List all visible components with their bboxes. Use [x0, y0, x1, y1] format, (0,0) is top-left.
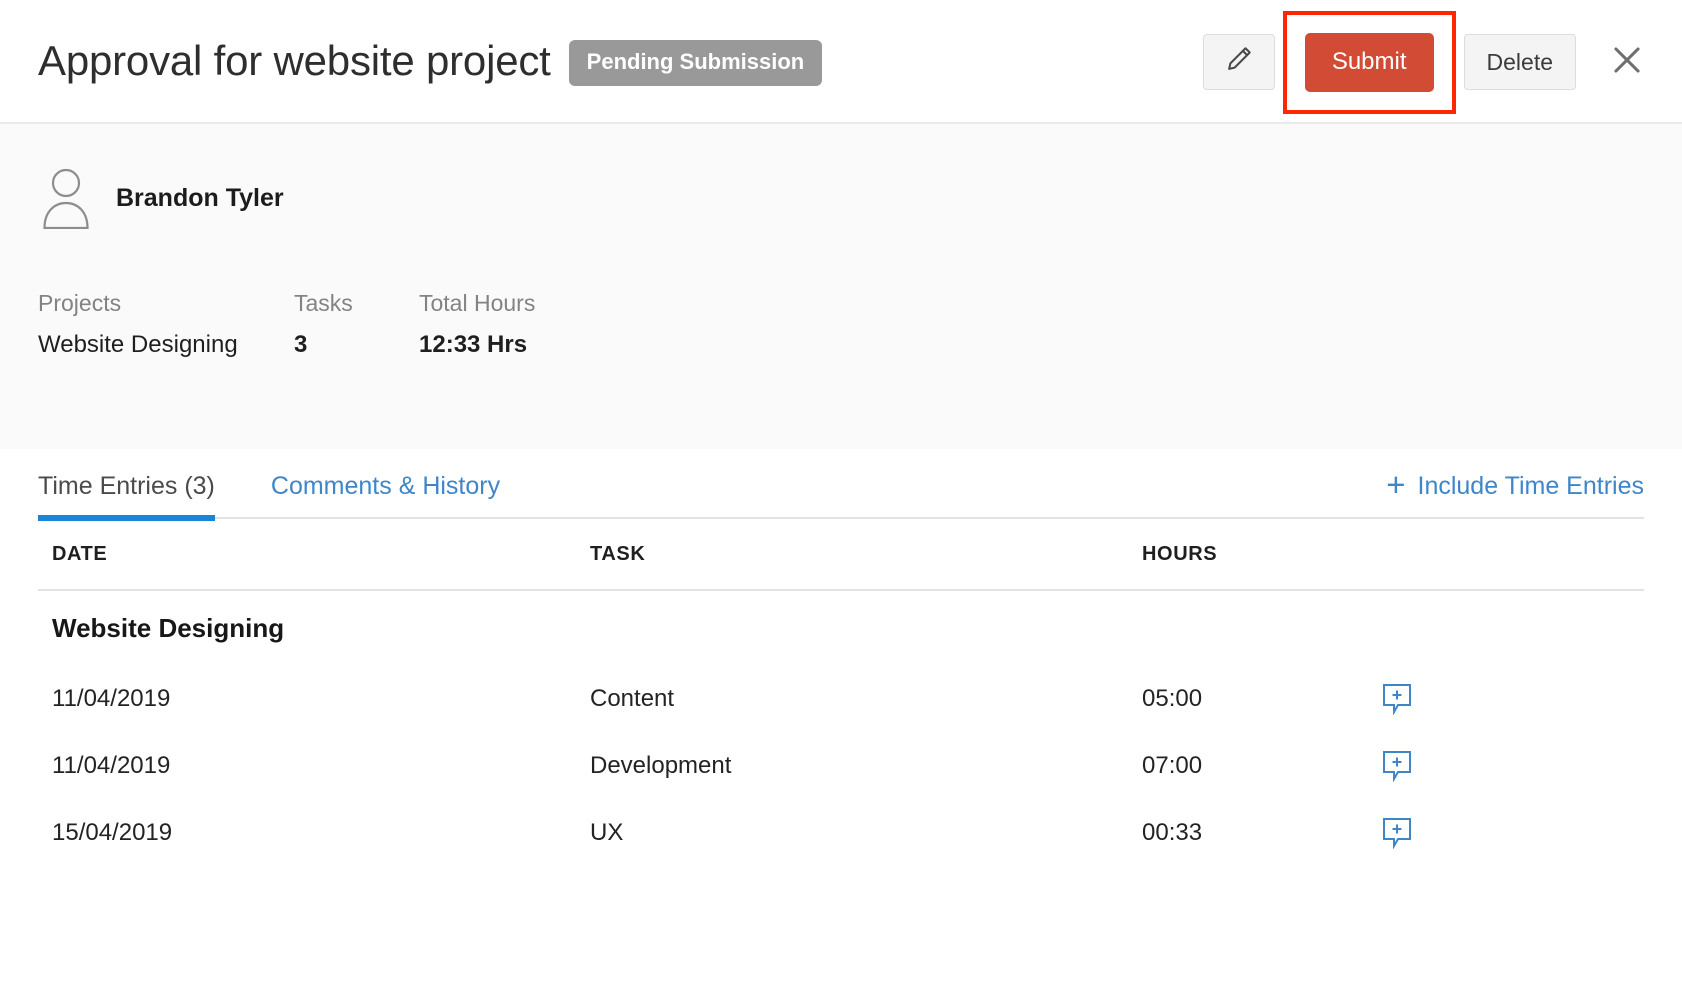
- cell-date: 11/04/2019: [38, 752, 590, 780]
- close-icon: [1608, 41, 1646, 84]
- status-badge: Pending Submission: [569, 40, 823, 86]
- close-button[interactable]: [1598, 33, 1656, 91]
- cell-action: [1382, 750, 1644, 782]
- table-group-row: Website Designing: [38, 591, 1644, 665]
- tab-time-entries[interactable]: Time Entries (3): [38, 472, 215, 517]
- summary-panel: Brandon Tyler Projects Website Designing…: [0, 124, 1682, 449]
- metric-label: Total Hours: [419, 290, 719, 317]
- add-comment-icon[interactable]: [1382, 683, 1412, 715]
- metric-value: 12:33 Hrs: [419, 331, 719, 359]
- metric-projects: Projects Website Designing: [38, 290, 294, 359]
- metric-value: 3: [294, 331, 419, 359]
- cell-action: [1382, 817, 1644, 849]
- page-header: Approval for website project Pending Sub…: [0, 0, 1682, 124]
- page-title: Approval for website project: [38, 37, 551, 85]
- column-header-date: DATE: [38, 543, 590, 566]
- cell-hours: 07:00: [1142, 752, 1382, 780]
- cell-action: [1382, 683, 1644, 715]
- header-actions: Submit Delete: [1203, 0, 1656, 124]
- metric-total-hours: Total Hours 12:33 Hrs: [419, 290, 719, 359]
- add-comment-icon[interactable]: [1382, 817, 1412, 849]
- column-header-hours: HOURS: [1142, 543, 1382, 566]
- title-group: Approval for website project Pending Sub…: [38, 36, 822, 86]
- user-row: Brandon Tyler: [38, 152, 1644, 244]
- table-row[interactable]: 11/04/2019 Content 05:00: [38, 665, 1644, 732]
- metric-label: Projects: [38, 290, 294, 317]
- user-name: Brandon Tyler: [116, 184, 284, 213]
- table-header-row: DATE TASK HOURS: [38, 519, 1644, 591]
- include-time-entries-button[interactable]: + Include Time Entries: [1386, 471, 1644, 501]
- cell-hours: 00:33: [1142, 819, 1382, 847]
- cell-task: Development: [590, 752, 1142, 780]
- plus-icon: +: [1386, 468, 1405, 501]
- tab-comments-history[interactable]: Comments & History: [271, 472, 500, 517]
- tab-bar: Time Entries (3) Comments & History + In…: [38, 449, 1644, 519]
- user-avatar-icon: [38, 167, 94, 229]
- cell-date: 15/04/2019: [38, 819, 590, 847]
- cell-task: UX: [590, 819, 1142, 847]
- group-title: Website Designing: [38, 613, 284, 644]
- metric-label: Tasks: [294, 290, 419, 317]
- add-comment-icon[interactable]: [1382, 750, 1412, 782]
- metric-tasks: Tasks 3: [294, 290, 419, 359]
- cell-task: Content: [590, 685, 1142, 713]
- delete-button[interactable]: Delete: [1464, 34, 1576, 90]
- table-row[interactable]: 15/04/2019 UX 00:33: [38, 799, 1644, 866]
- submit-button[interactable]: Submit: [1305, 33, 1434, 92]
- column-header-task: TASK: [590, 543, 1142, 566]
- pencil-icon: [1224, 44, 1254, 80]
- include-time-entries-label: Include Time Entries: [1418, 472, 1645, 501]
- time-entries-table: DATE TASK HOURS Website Designing 11/04/…: [38, 519, 1644, 866]
- edit-button[interactable]: [1203, 34, 1275, 90]
- cell-date: 11/04/2019: [38, 685, 590, 713]
- cell-hours: 05:00: [1142, 685, 1382, 713]
- summary-metrics: Projects Website Designing Tasks 3 Total…: [38, 290, 1644, 359]
- metric-value: Website Designing: [38, 331, 294, 359]
- submit-annotation-box: Submit: [1283, 11, 1456, 114]
- table-row[interactable]: 11/04/2019 Development 07:00: [38, 732, 1644, 799]
